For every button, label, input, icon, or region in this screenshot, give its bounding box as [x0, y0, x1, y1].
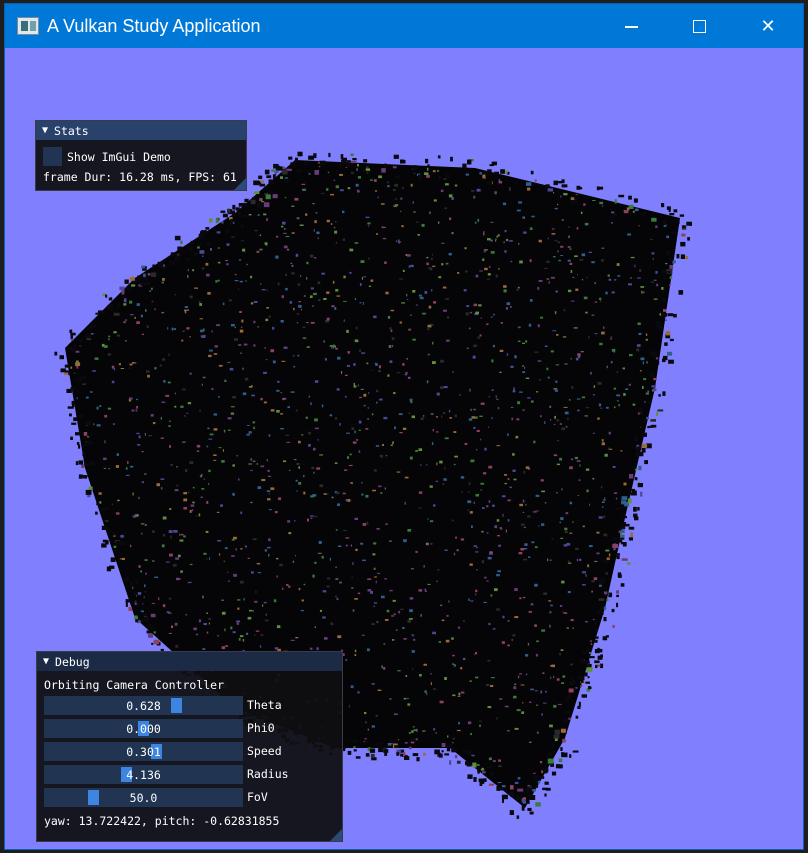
slider-label-phi0: Phi0: [247, 721, 275, 735]
maximize-button[interactable]: [665, 4, 733, 48]
resize-grip[interactable]: [330, 829, 342, 841]
slider-value: 0.000: [126, 721, 161, 736]
app-window: A Vulkan Study Application ✕ ▼ Stats Sho…: [5, 4, 803, 849]
title-bar[interactable]: A Vulkan Study Application ✕: [5, 4, 803, 48]
render-viewport[interactable]: ▼ Stats Show ImGui Demo frame Dur: 16.28…: [5, 48, 803, 849]
slider-label-speed: Speed: [247, 744, 282, 758]
slider-fov[interactable]: 50.0: [44, 788, 243, 807]
stats-header-label: Stats: [54, 123, 89, 138]
slider-value: 0.301: [126, 744, 161, 759]
slider-value: 0.628: [126, 698, 161, 713]
show-imgui-demo-label[interactable]: Show ImGui Demo: [67, 150, 171, 164]
slider-value: 50.0: [129, 790, 158, 805]
maximize-icon: [692, 19, 706, 33]
collapse-triangle-icon[interactable]: ▼: [43, 656, 49, 667]
collapse-triangle-icon[interactable]: ▼: [42, 125, 48, 136]
slider-label-fov: FoV: [247, 790, 268, 804]
slider-theta[interactable]: 0.628: [44, 696, 243, 715]
close-icon: ✕: [760, 15, 776, 37]
vulkan-app-icon: [17, 17, 39, 35]
debug-header-label: Debug: [55, 654, 90, 669]
debug-panel[interactable]: ▼ Debug Orbiting Camera Controller 0.628…: [36, 651, 343, 842]
section-title: Orbiting Camera Controller: [44, 678, 225, 692]
debug-panel-header[interactable]: ▼ Debug: [37, 652, 342, 671]
minimize-button[interactable]: [597, 4, 665, 48]
slider-phi0[interactable]: 0.000: [44, 719, 243, 738]
show-imgui-demo-checkbox[interactable]: [43, 147, 62, 166]
close-button[interactable]: ✕: [734, 4, 802, 48]
slider-label-theta: Theta: [247, 698, 282, 712]
resize-grip[interactable]: [234, 178, 246, 190]
slider-label-radius: Radius: [247, 767, 289, 781]
slider-speed[interactable]: 0.301: [44, 742, 243, 761]
minimize-icon: [624, 26, 638, 28]
slider-value: 4.136: [126, 767, 161, 782]
stats-panel-header[interactable]: ▼ Stats: [36, 121, 246, 140]
frame-stats-text: frame Dur: 16.28 ms, FPS: 61: [43, 170, 237, 184]
window-title: A Vulkan Study Application: [47, 15, 261, 36]
slider-radius[interactable]: 4.136: [44, 765, 243, 784]
stats-panel[interactable]: ▼ Stats Show ImGui Demo frame Dur: 16.28…: [35, 120, 247, 191]
camera-info-text: yaw: 13.722422, pitch: -0.62831855: [44, 814, 280, 828]
